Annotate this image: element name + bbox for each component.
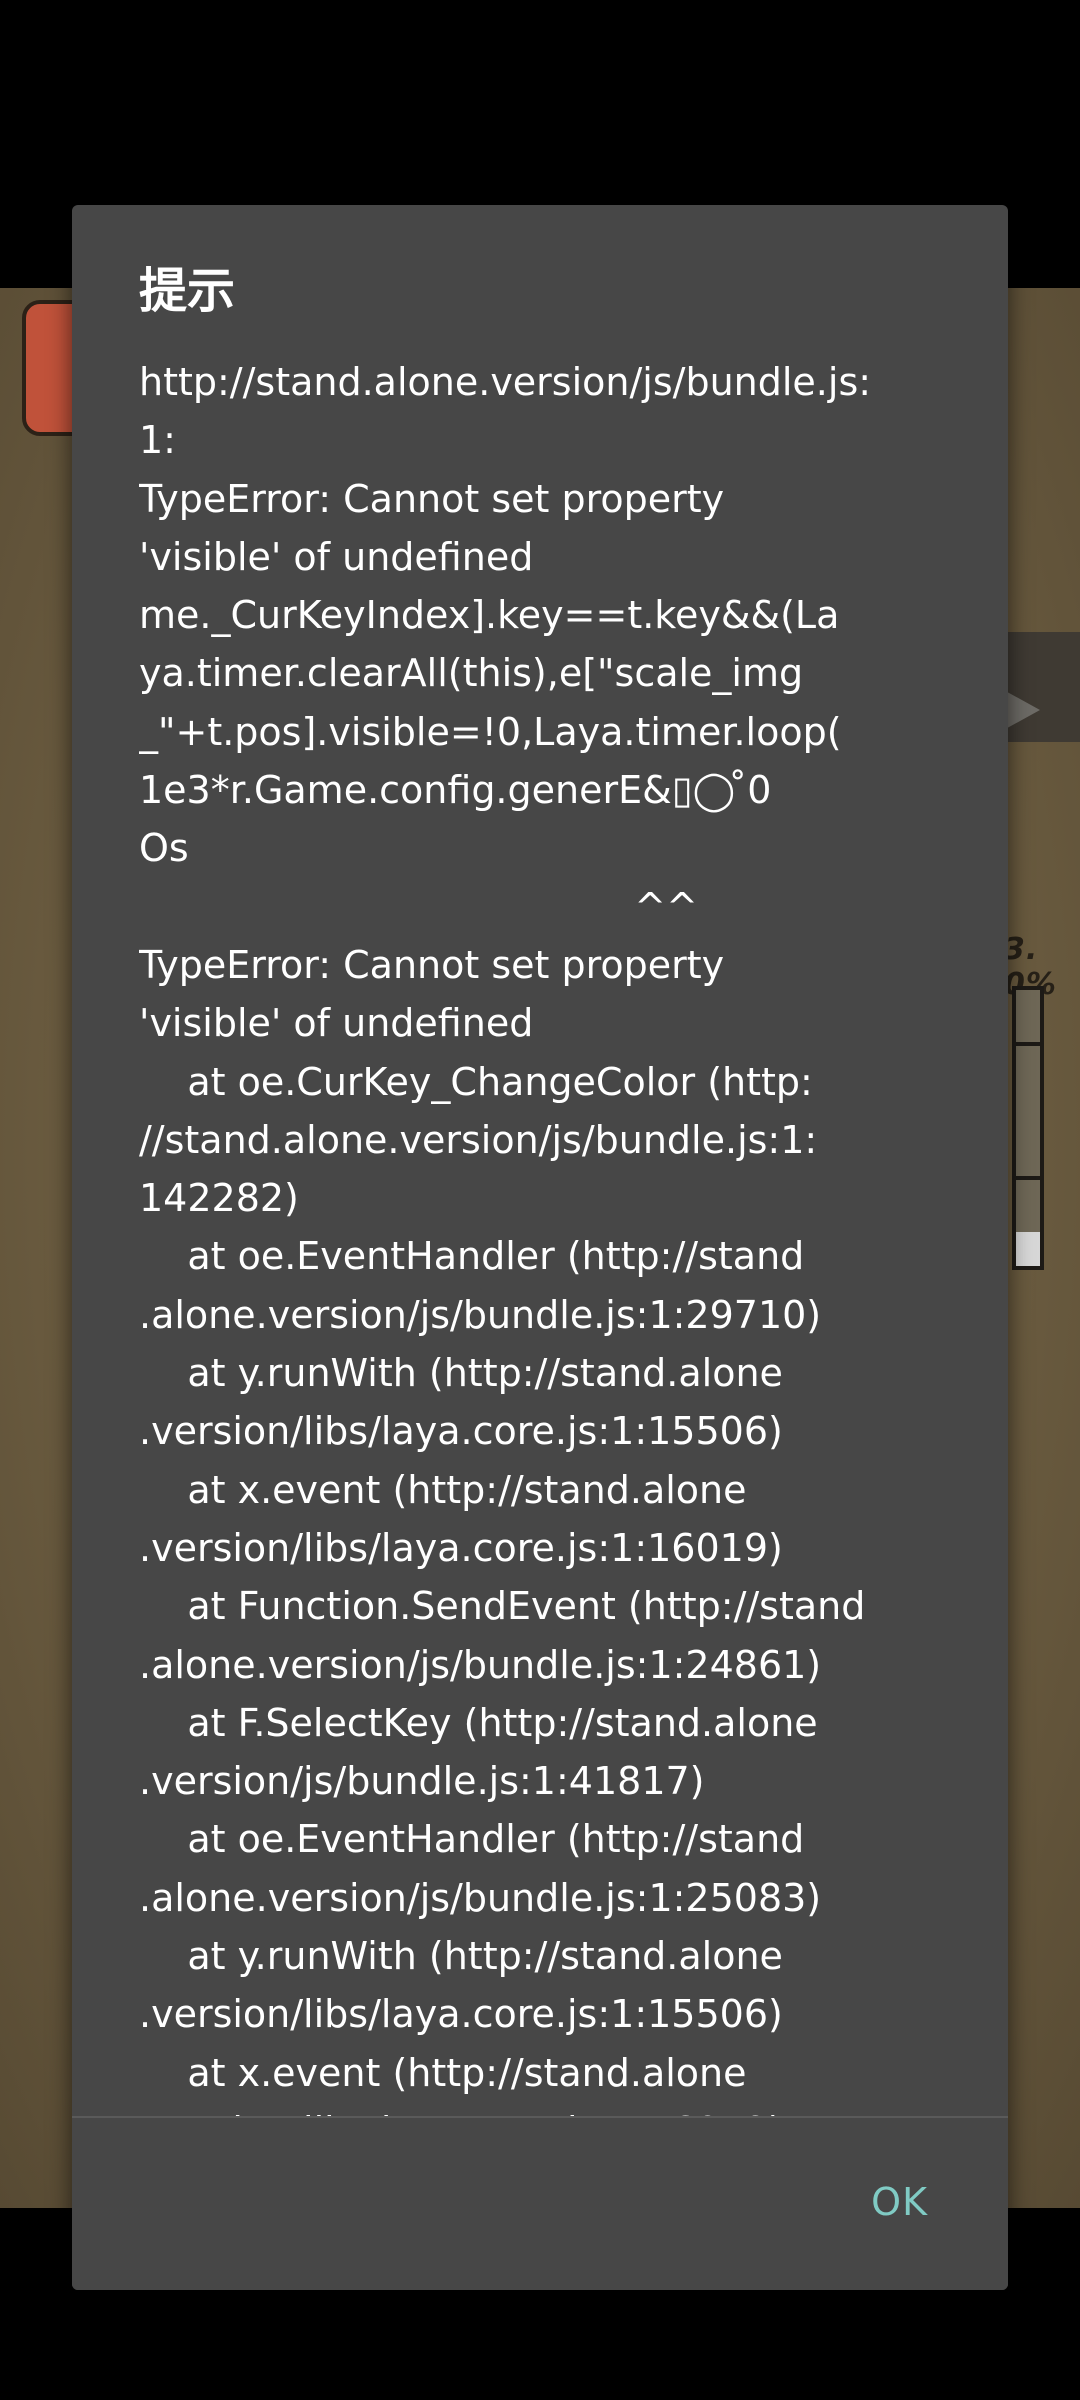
meter-tick: [1016, 1042, 1040, 1046]
error-message-text: http://stand.alone.version/js/bundle.js:…: [139, 360, 872, 2153]
dialog-button-bar: OK: [72, 2118, 1008, 2290]
meter-tick: [1016, 1176, 1040, 1180]
ok-button[interactable]: OK: [865, 2176, 934, 2228]
alert-dialog: 提示 http://stand.alone.version/js/bundle.…: [72, 205, 1008, 2290]
dialog-title: 提示: [139, 263, 236, 319]
dialog-message-scroll[interactable]: http://stand.alone.version/js/bundle.js:…: [139, 353, 949, 2290]
game-progress-meter: [1012, 986, 1044, 1270]
meter-fill: [1016, 1232, 1040, 1266]
